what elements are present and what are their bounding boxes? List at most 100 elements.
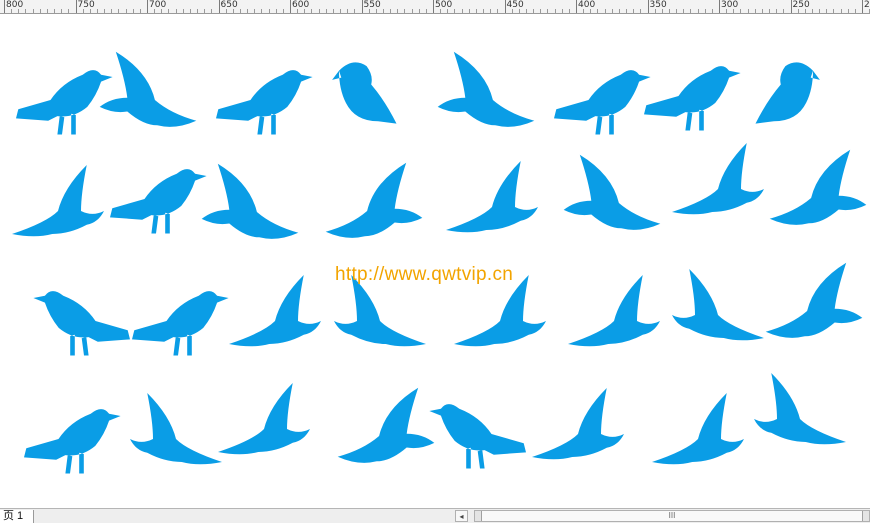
ruler-minor-tick <box>197 9 199 13</box>
sparrow-perched-silhouette[interactable] <box>24 409 121 474</box>
sparrow-perched-silhouette[interactable] <box>132 291 229 356</box>
ruler-minor-tick <box>819 9 821 13</box>
hawk-flying-silhouette[interactable] <box>201 163 299 239</box>
swallow-flying-silhouette[interactable] <box>652 393 744 465</box>
ruler-minor-tick <box>633 9 635 13</box>
ruler-minor-tick <box>683 9 685 13</box>
ruler-minor-tick <box>611 9 613 13</box>
ruler-label: 700 <box>149 0 167 10</box>
ruler-minor-tick <box>661 9 663 13</box>
ruler-minor-tick <box>32 9 34 13</box>
ruler-minor-tick <box>547 9 549 13</box>
sparrow-flying-silhouette[interactable] <box>130 393 222 465</box>
ruler-label: 450 <box>506 0 524 10</box>
ruler-minor-tick <box>168 9 170 13</box>
parakeet-perched-silhouette[interactable] <box>554 70 651 135</box>
ruler-minor-tick <box>668 9 670 13</box>
ruler-minor-tick <box>833 9 835 13</box>
hummingbird-flying-silhouette[interactable] <box>754 373 846 445</box>
ruler-label: 750 <box>77 0 95 10</box>
page-tab[interactable]: 页 1 <box>0 510 35 523</box>
hawk-flying-silhouette[interactable] <box>563 154 661 230</box>
ruler-minor-tick <box>11 9 13 13</box>
ruler-minor-tick <box>347 9 349 13</box>
ruler-minor-tick <box>82 9 84 13</box>
eagle-flying-silhouette[interactable] <box>99 51 197 127</box>
ruler-minor-tick <box>490 9 492 13</box>
ruler-minor-tick <box>483 9 485 13</box>
ruler-minor-tick <box>390 9 392 13</box>
ruler-minor-tick <box>797 9 799 13</box>
sparrow-perched-silhouette[interactable] <box>216 70 313 135</box>
scroll-thumb[interactable]: III <box>481 511 863 521</box>
ruler-minor-tick <box>268 9 270 13</box>
ruler-minor-tick <box>204 9 206 13</box>
ruler-minor-tick <box>740 9 742 13</box>
eagle-flying-silhouette[interactable] <box>769 149 867 225</box>
dove-flying-silhouette[interactable] <box>568 275 660 347</box>
parakeet-perched-silhouette[interactable] <box>429 404 526 469</box>
ruler-minor-tick <box>769 9 771 13</box>
bird-flying-silhouette[interactable] <box>672 143 764 215</box>
hawk-flying-silhouette[interactable] <box>765 262 863 338</box>
ruler-minor-tick <box>840 9 842 13</box>
parrot-flying-silhouette[interactable] <box>446 161 538 233</box>
horizontal-scrollbar[interactable]: III <box>474 510 870 522</box>
ruler-minor-tick <box>175 9 177 13</box>
ruler-label: 500 <box>435 0 453 10</box>
scroll-left-button[interactable]: ◂ <box>455 510 468 522</box>
ruler-minor-tick <box>275 9 277 13</box>
ruler-minor-tick <box>397 9 399 13</box>
ruler-minor-tick <box>533 9 535 13</box>
parrot-flying-silhouette[interactable] <box>672 269 764 341</box>
horizontal-ruler[interactable]: 800750700650600550500450400350300250200 <box>0 0 870 14</box>
bird-silhouettes <box>12 51 867 474</box>
hawk-flying-silhouette[interactable] <box>325 162 423 238</box>
ruler-minor-tick <box>411 9 413 13</box>
ruler-minor-tick <box>475 9 477 13</box>
ruler-minor-tick <box>447 9 449 13</box>
ruler-minor-tick <box>318 9 320 13</box>
ruler-minor-tick <box>297 9 299 13</box>
ruler-minor-tick <box>132 9 134 13</box>
ruler-label: 600 <box>292 0 310 10</box>
drawing-canvas[interactable]: http://www.qwtvip.cn <box>0 14 870 508</box>
ruler-minor-tick <box>239 9 241 13</box>
ruler-minor-tick <box>626 9 628 13</box>
ruler-minor-tick <box>711 9 713 13</box>
parakeet-perched-silhouette[interactable] <box>110 169 207 234</box>
ruler-minor-tick <box>726 9 728 13</box>
ruler-label: 650 <box>220 0 238 10</box>
ruler-minor-tick <box>104 9 106 13</box>
ruler-minor-tick <box>46 9 48 13</box>
ruler-minor-tick <box>518 9 520 13</box>
ruler-minor-tick <box>154 9 156 13</box>
ruler-minor-tick <box>754 9 756 13</box>
ruler-minor-tick <box>125 9 127 13</box>
ruler-minor-tick <box>61 9 63 13</box>
hawk-flying-silhouette[interactable] <box>437 51 535 127</box>
ruler-minor-tick <box>697 9 699 13</box>
ruler-minor-tick <box>511 9 513 13</box>
ruler-minor-tick <box>568 9 570 13</box>
ruler-minor-tick <box>39 9 41 13</box>
crow-perched-silhouette[interactable] <box>644 66 741 131</box>
pigeon-flying-silhouette[interactable] <box>229 275 321 347</box>
parrot-perched-silhouette[interactable] <box>332 62 397 124</box>
ruler-minor-tick <box>583 9 585 13</box>
ruler-minor-tick <box>118 9 120 13</box>
dove-flying-silhouette[interactable] <box>532 388 624 460</box>
ruler-minor-tick <box>375 9 377 13</box>
eagle-flying-silhouette[interactable] <box>337 387 435 463</box>
ruler-minor-tick <box>590 9 592 13</box>
ruler-minor-tick <box>89 9 91 13</box>
ruler-minor-tick <box>847 9 849 13</box>
ruler-minor-tick <box>854 9 856 13</box>
ruler-minor-tick <box>618 9 620 13</box>
ruler-label: 350 <box>649 0 667 10</box>
sparrow-perched-silhouette[interactable] <box>33 291 130 356</box>
bird-flying-silhouette[interactable] <box>12 165 105 237</box>
crow-perched-silhouette[interactable] <box>16 70 113 135</box>
parrot-perched-silhouette[interactable] <box>755 62 820 124</box>
gull-flying-silhouette[interactable] <box>218 383 310 455</box>
